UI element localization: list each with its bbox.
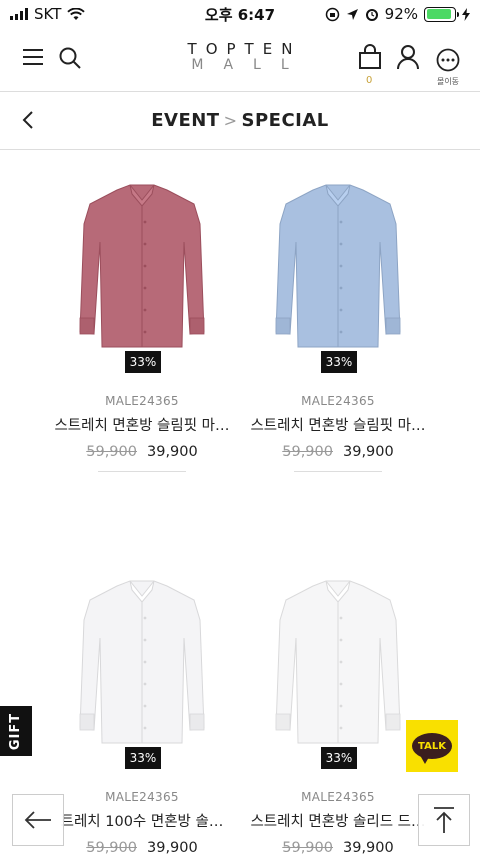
kakao-talk-button[interactable]: TALK (406, 720, 458, 772)
product-prices: 59,900 39,900 (42, 840, 242, 854)
talk-bubble-icon: TALK (412, 733, 452, 764)
sale-price: 39,900 (343, 444, 394, 460)
breadcrumb-separator: > (223, 111, 238, 130)
sale-price: 39,900 (147, 444, 198, 460)
discount-badge: 33% (321, 747, 357, 769)
discount-badge: 33% (321, 351, 357, 373)
product-card[interactable]: 33% MALE24365 스트레치 면혼방 슬림핏 마… 59,900 39,9… (42, 182, 242, 472)
original-price: 59,900 (282, 840, 333, 854)
product-name[interactable]: 스트레치 면혼방 솔리드 드… (238, 810, 438, 831)
charging-icon (462, 7, 470, 21)
battery-percent: 92% (384, 5, 418, 23)
original-price: 59,900 (86, 840, 137, 854)
cart-count-badge: 0 (366, 75, 373, 86)
product-image[interactable] (42, 182, 242, 362)
mall-switch-button[interactable] (436, 48, 460, 72)
product-name[interactable]: 트레치 100수 면혼방 솔… (42, 810, 242, 831)
discount-badge: 33% (125, 747, 161, 769)
product-code: MALE24365 (105, 394, 179, 408)
more-icon (436, 48, 460, 72)
original-price: 59,900 (86, 444, 137, 460)
cart-button[interactable] (358, 44, 382, 70)
original-price: 59,900 (282, 444, 333, 460)
user-icon (397, 45, 419, 70)
arrow-left-icon (24, 811, 51, 829)
history-back-button[interactable] (12, 794, 64, 846)
sale-price: 39,900 (147, 840, 198, 854)
status-left: SKT (10, 5, 86, 23)
alarm-icon (365, 9, 378, 21)
arrow-up-icon (434, 807, 454, 833)
gift-tab-button[interactable]: GIFT (0, 706, 32, 756)
product-code: MALE24365 (301, 394, 375, 408)
breadcrumb-parent[interactable]: EVENT (151, 110, 219, 131)
divider (98, 471, 186, 472)
product-card[interactable]: 33% MALE24365 스트레치 면혼방 솔리드 드… 59,900 39,9… (238, 578, 438, 854)
shirt-image (275, 580, 401, 744)
gift-label: GIFT (8, 712, 24, 750)
rotation-lock-icon (325, 7, 339, 21)
product-card[interactable]: 33% MALE24365 트레치 100수 면혼방 솔… 59,900 39,9… (42, 578, 242, 854)
shopping-bag-icon (359, 44, 381, 69)
product-card[interactable]: 33% MALE24365 스트레치 면혼방 슬림핏 마… 59,900 39,9… (238, 182, 438, 472)
app-header: TOPTEN MALL 0 몰이동 (0, 28, 480, 92)
divider (294, 471, 382, 472)
shirt-image (79, 184, 205, 348)
product-image[interactable] (238, 182, 438, 362)
product-code: MALE24365 (105, 790, 179, 804)
discount-badge: 33% (125, 351, 161, 373)
back-button[interactable] (18, 109, 40, 136)
shirt-image (79, 580, 205, 744)
my-page-button[interactable] (397, 44, 419, 70)
chevron-left-icon (22, 111, 33, 129)
shirt-image (275, 184, 401, 348)
product-code: MALE24365 (301, 790, 375, 804)
sale-price: 39,900 (343, 840, 394, 854)
product-prices: 59,900 39,900 (238, 840, 438, 854)
status-right: 92% (325, 5, 470, 23)
product-name[interactable]: 스트레치 면혼방 슬림핏 마… (238, 414, 438, 435)
breadcrumb-current: SPECIAL (241, 110, 329, 131)
signal-icon (10, 8, 28, 20)
status-bar: SKT 오후 6:47 92% (0, 0, 480, 28)
wifi-icon (67, 7, 86, 20)
product-prices: 59,900 39,900 (42, 444, 242, 460)
location-icon (346, 8, 358, 20)
scroll-top-button[interactable] (418, 794, 470, 846)
breadcrumb: EVENT > SPECIAL (0, 92, 480, 150)
talk-label: TALK (418, 740, 446, 752)
product-name[interactable]: 스트레치 면혼방 슬림핏 마… (42, 414, 242, 435)
product-image[interactable] (42, 578, 242, 758)
battery-icon (424, 6, 459, 22)
product-prices: 59,900 39,900 (238, 444, 438, 460)
mall-switch-label: 몰이동 (436, 77, 460, 86)
carrier-label: SKT (34, 5, 62, 23)
